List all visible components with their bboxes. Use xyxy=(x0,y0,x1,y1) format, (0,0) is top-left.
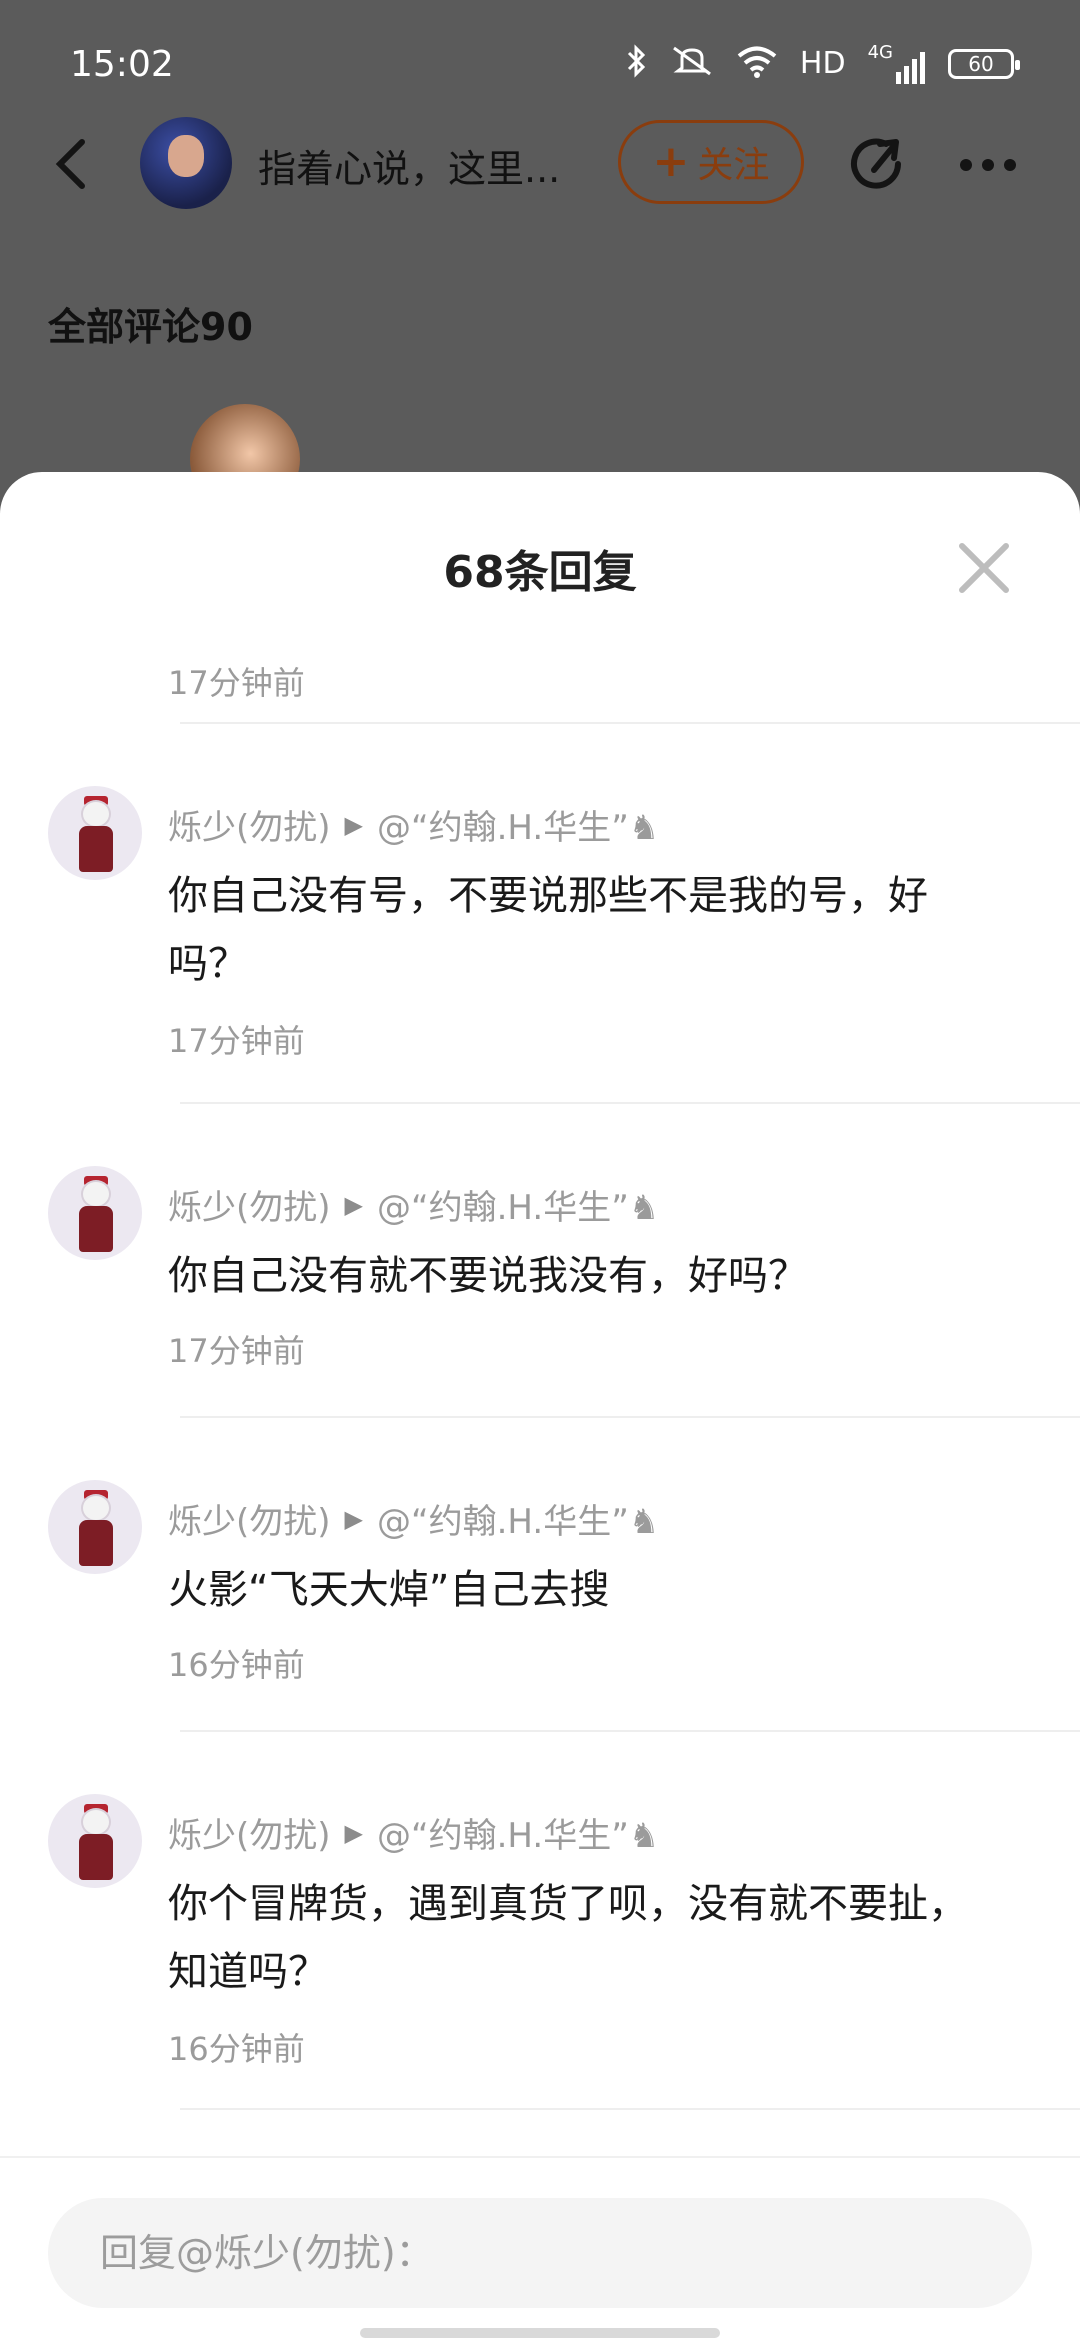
divider xyxy=(180,1730,1080,1732)
avatar-head xyxy=(81,800,111,828)
reply-author[interactable]: 烁少(勿扰) xyxy=(168,1180,331,1229)
4g-signal-icon: 4G xyxy=(868,44,926,84)
replies-sheet: 68条回复 17分钟前 烁少(勿扰) ▶ @“约翰.H.华生”♞ 你自己没有号，… xyxy=(0,472,1080,2340)
avatar-head xyxy=(81,1494,111,1522)
reply-target[interactable]: @“约翰.H.华生”♞ xyxy=(377,800,659,849)
follow-button[interactable]: + 关注 xyxy=(618,120,804,204)
reply-meta: 烁少(勿扰) ▶ @“约翰.H.华生”♞ xyxy=(168,1808,659,1857)
more-dot xyxy=(960,159,972,171)
divider xyxy=(180,1102,1080,1104)
sheet-title: 68条回复 xyxy=(443,547,637,598)
reply-list[interactable]: 17分钟前 烁少(勿扰) ▶ @“约翰.H.华生”♞ 你自己没有号，不要说那些不… xyxy=(0,622,1080,2112)
divider xyxy=(180,1416,1080,1418)
avatar-body xyxy=(79,1206,113,1252)
reply-avatar[interactable] xyxy=(48,1166,142,1260)
close-icon xyxy=(959,543,1009,593)
post-title[interactable]: 指着心说，这里... xyxy=(258,138,598,193)
reply-meta: 烁少(勿扰) ▶ @“约翰.H.华生”♞ xyxy=(168,1494,659,1543)
mute-icon xyxy=(670,44,714,84)
avatar-head xyxy=(81,1808,111,1836)
share-icon xyxy=(851,138,901,189)
home-indicator[interactable] xyxy=(360,2328,720,2338)
reply-avatar[interactable] xyxy=(48,1480,142,1574)
bluetooth-icon xyxy=(626,44,648,84)
reply-time: 16分钟前 xyxy=(168,2030,305,2068)
reply-avatar[interactable] xyxy=(48,1794,142,1888)
chevron-left-icon xyxy=(55,139,85,189)
close-button[interactable] xyxy=(950,534,1018,602)
reply-text: 你自己没有号，不要说那些不是我的号，好吗？ xyxy=(168,873,928,987)
network-label: 4G xyxy=(867,42,893,63)
all-comments-heading: 全部评论90 xyxy=(48,305,253,349)
reply-text: 你个冒牌货，遇到真货了呗，没有就不要扯，知道吗？ xyxy=(168,1881,968,1995)
avatar-body xyxy=(79,1520,113,1566)
top-bar: 指着心说，这里... + 关注 xyxy=(0,110,1080,220)
status-icons: HD 4G 60 xyxy=(626,44,1020,84)
reply-item[interactable]: 烁少(勿扰) ▶ @“约翰.H.华生”♞ 你自己没有号，不要说那些不是我的号，好… xyxy=(0,786,1080,1156)
avatar-head xyxy=(81,1180,111,1208)
more-dot xyxy=(982,159,994,171)
reply-time: 16分钟前 xyxy=(168,1646,305,1684)
reply-meta: 烁少(勿扰) ▶ @“约翰.H.华生”♞ xyxy=(168,1180,659,1229)
reply-author[interactable]: 烁少(勿扰) xyxy=(168,1494,331,1543)
reply-item[interactable]: 烁少(勿扰) ▶ @“约翰.H.华生”♞ 你个冒牌货，遇到真货了呗，没有就不要扯… xyxy=(0,1794,1080,2112)
reply-meta: 烁少(勿扰) ▶ @“约翰.H.华生”♞ xyxy=(168,800,659,849)
divider xyxy=(180,2108,1080,2110)
reply-target[interactable]: @“约翰.H.华生”♞ xyxy=(377,1808,659,1857)
reply-input[interactable] xyxy=(48,2198,1032,2308)
reply-author[interactable]: 烁少(勿扰) xyxy=(168,800,331,849)
reply-arrow-icon: ▶ xyxy=(344,810,363,839)
reply-item[interactable]: 烁少(勿扰) ▶ @“约翰.H.华生”♞ 你自己没有就不要说我没有，好吗？ 17… xyxy=(0,1166,1080,1416)
more-dot xyxy=(1004,159,1016,171)
wifi-icon xyxy=(736,44,778,84)
reply-time: 17分钟前 xyxy=(168,1332,305,1370)
divider xyxy=(180,722,1080,724)
reply-input-bar xyxy=(0,2156,1080,2340)
reply-time: 17分钟前 xyxy=(168,1022,305,1060)
battery-icon: 60 xyxy=(948,49,1020,79)
reply-text: 你自己没有就不要说我没有，好吗？ xyxy=(168,1253,808,1299)
author-avatar[interactable] xyxy=(140,117,232,209)
share-button[interactable] xyxy=(842,130,912,200)
screen: 15:02 HD 4G 60 指着心说，这里... + 关注 全部评论90 68… xyxy=(0,0,1080,2340)
background-page: 15:02 HD 4G 60 指着心说，这里... + 关注 全部评论90 xyxy=(0,0,1080,520)
plus-icon: + xyxy=(652,136,690,187)
back-button[interactable] xyxy=(44,134,104,194)
avatar-body xyxy=(79,826,113,872)
reply-time: 17分钟前 xyxy=(168,664,305,702)
reply-target[interactable]: @“约翰.H.华生”♞ xyxy=(377,1494,659,1543)
follow-label: 关注 xyxy=(697,145,770,186)
status-time: 15:02 xyxy=(70,44,174,85)
reply-text: 火影“飞天大焯”自己去搜 xyxy=(168,1567,610,1613)
more-button[interactable] xyxy=(960,140,1030,190)
reply-target[interactable]: @“约翰.H.华生”♞ xyxy=(377,1180,659,1229)
reply-arrow-icon: ▶ xyxy=(344,1190,363,1219)
reply-author[interactable]: 烁少(勿扰) xyxy=(168,1808,331,1857)
avatar-body xyxy=(79,1834,113,1880)
reply-arrow-icon: ▶ xyxy=(344,1504,363,1533)
reply-item[interactable]: 烁少(勿扰) ▶ @“约翰.H.华生”♞ 火影“飞天大焯”自己去搜 16分钟前 xyxy=(0,1480,1080,1730)
reply-arrow-icon: ▶ xyxy=(344,1818,363,1847)
hd-icon: HD xyxy=(799,46,846,81)
reply-avatar[interactable] xyxy=(48,786,142,880)
